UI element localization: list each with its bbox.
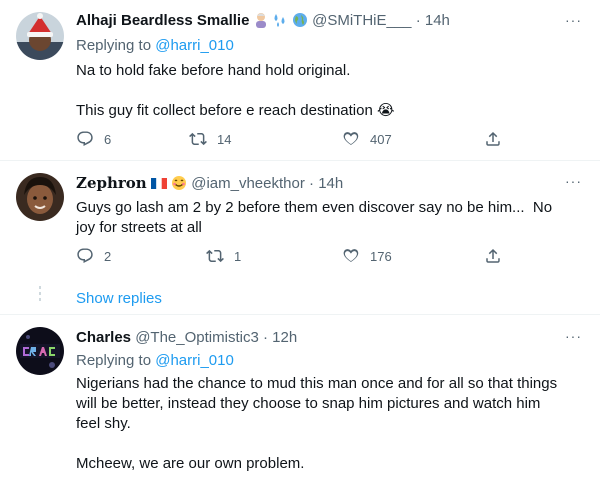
- tweet-text: Nigerians had the chance to mud this man…: [76, 375, 558, 472]
- tweet-header: Alhaji Beardless Smallie @SMiTHiE___ · 1…: [76, 11, 450, 34]
- like-count: 176: [370, 248, 392, 264]
- show-replies-link[interactable]: Show replies: [76, 290, 162, 307]
- author-name[interactable]: 𝐙𝐞𝐩𝐡𝐫𝐨𝐧: [76, 174, 147, 192]
- globe-emoji: [292, 12, 308, 34]
- timestamp[interactable]: 14h: [318, 175, 343, 192]
- replying-to-label: Replying to: [76, 352, 156, 369]
- retweet-button[interactable]: 1: [206, 247, 241, 265]
- author-handle[interactable]: @iam_vheekthor: [191, 175, 305, 192]
- like-count: 407: [370, 131, 392, 147]
- author-name[interactable]: Charles: [76, 329, 131, 346]
- separator: ·: [258, 329, 273, 346]
- timestamp[interactable]: 12h: [272, 329, 297, 346]
- share-icon: [486, 131, 500, 146]
- share-button[interactable]: [484, 130, 502, 148]
- heart-icon: [343, 132, 359, 145]
- avatar[interactable]: [16, 327, 64, 375]
- share-button[interactable]: [484, 247, 502, 265]
- replying-to: Replying to @harri_010: [76, 36, 234, 56]
- retweet-count: 14: [217, 131, 232, 147]
- more-options-icon[interactable]: ···: [565, 12, 582, 28]
- tweet-header: 𝐙𝐞𝐩𝐡𝐫𝐨𝐧 @iam_vheekthor · 14h: [76, 173, 343, 197]
- reply-icon: [77, 131, 93, 147]
- author-name[interactable]: Alhaji Beardless Smallie: [76, 12, 249, 29]
- sweat-droplets-emoji: [272, 12, 288, 34]
- author-handle[interactable]: @The_Optimistic3: [135, 329, 259, 346]
- separator: ·: [411, 12, 425, 29]
- share-icon: [486, 248, 500, 263]
- tweet-2[interactable]: 𝐙𝐞𝐩𝐡𝐫𝐨𝐧 @iam_vheekthor · 14h ··· Guys go…: [0, 161, 600, 311]
- tweet-text: Guys go lash am 2 by 2 before them even …: [76, 199, 557, 236]
- avatar[interactable]: [16, 173, 64, 221]
- avatar[interactable]: [16, 12, 64, 60]
- replying-to-label: Replying to: [76, 37, 156, 54]
- tweet-text: Na to hold fake before hand hold origina…: [76, 62, 395, 119]
- reply-button[interactable]: 2: [76, 247, 111, 265]
- reply-button[interactable]: 6: [76, 130, 111, 148]
- heart-icon: [343, 249, 359, 262]
- tweet-1[interactable]: Alhaji Beardless Smallie @SMiTHiE___ · 1…: [0, 0, 600, 160]
- retweet-count: 1: [234, 248, 242, 264]
- replying-to-mention[interactable]: @harri_010: [155, 37, 234, 54]
- timestamp[interactable]: 14h: [425, 12, 450, 29]
- france-flag-emoji: [150, 175, 167, 189]
- thread-dots: [39, 286, 41, 304]
- smiling-face-emoji: [171, 175, 187, 197]
- retweet-icon: [206, 249, 224, 263]
- reply-icon: [77, 248, 93, 264]
- author-handle[interactable]: @SMiTHiE___: [312, 12, 411, 29]
- replying-to-mention[interactable]: @harri_010: [155, 352, 234, 369]
- tweet-header: Charles @The_Optimistic3 · 12h: [76, 328, 297, 348]
- replying-to: Replying to @harri_010: [76, 351, 234, 371]
- like-button[interactable]: 176: [342, 247, 392, 265]
- separator: ·: [304, 175, 319, 192]
- more-options-icon[interactable]: ···: [565, 328, 582, 344]
- retweet-button[interactable]: 14: [189, 130, 231, 148]
- reply-count: 6: [104, 131, 112, 147]
- old-man-emoji: [254, 12, 268, 34]
- more-options-icon[interactable]: ···: [565, 173, 582, 189]
- retweet-icon: [189, 132, 207, 146]
- like-button[interactable]: 407: [342, 130, 392, 148]
- reply-count: 2: [104, 248, 112, 264]
- tweet-3[interactable]: Charles @The_Optimistic3 · 12h ··· Reply…: [0, 315, 600, 484]
